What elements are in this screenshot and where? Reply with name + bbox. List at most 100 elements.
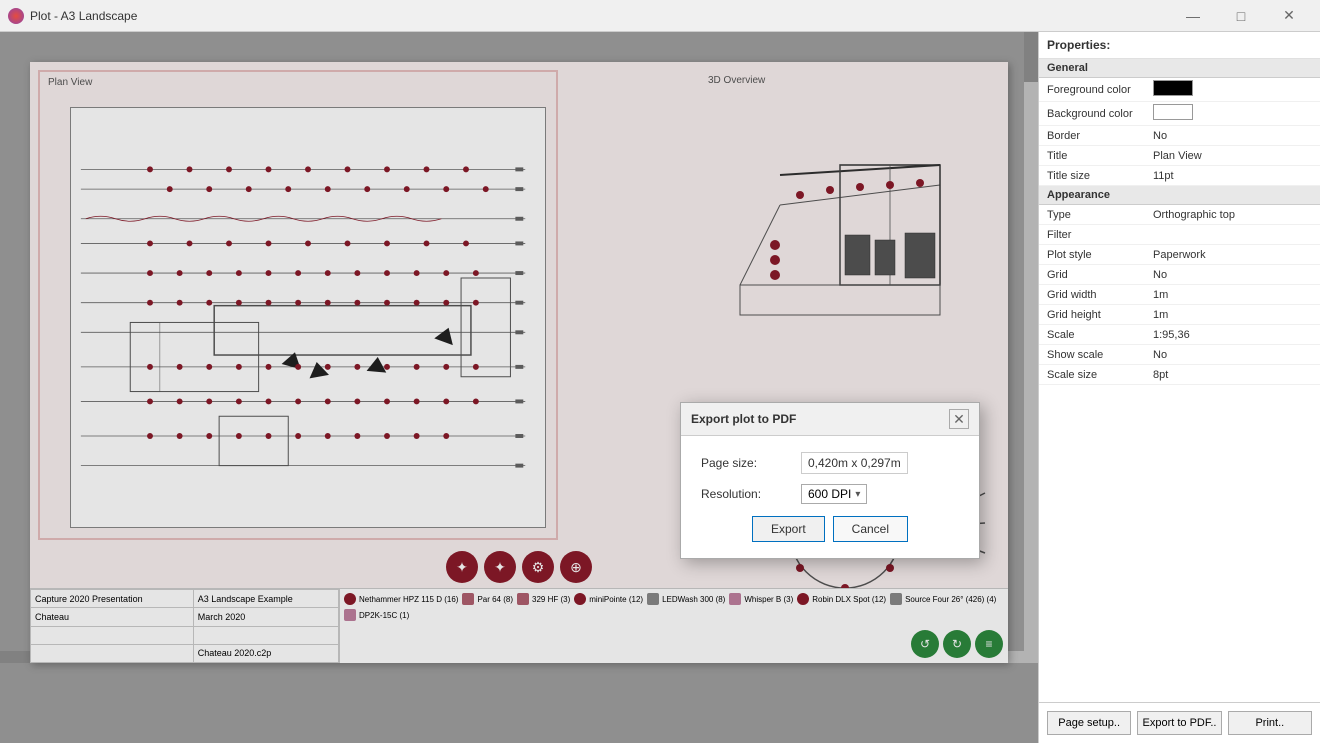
grid-value: No: [1149, 267, 1320, 283]
background-color-value[interactable]: [1149, 102, 1320, 125]
project-name-cell: Capture 2020 Presentation: [31, 590, 194, 608]
canvas-area: Plan View: [0, 32, 1038, 743]
toolbar-icon-3[interactable]: ⚙: [522, 551, 554, 583]
scale-size-value: 8pt: [1149, 367, 1320, 383]
background-color-swatch[interactable]: [1153, 104, 1193, 120]
properties-body[interactable]: General Foreground color Background colo…: [1039, 59, 1320, 702]
main-container: Plan View: [0, 32, 1320, 743]
overview-section: 3D Overview: [700, 70, 1000, 400]
empty-cell-3: [31, 644, 194, 662]
legend-item-8: Source Four 26° (426) (4): [890, 593, 996, 605]
minimize-button[interactable]: —: [1170, 0, 1216, 32]
br-icon-1[interactable]: ↺: [911, 630, 939, 658]
plot-style-value: Paperwork: [1149, 247, 1320, 263]
legend-icon-6: [729, 593, 741, 605]
legend-icon-2: [462, 593, 474, 605]
properties-header: Properties:: [1039, 32, 1320, 59]
title-size-row: Title size 11pt: [1039, 166, 1320, 186]
toolbar-icon-1[interactable]: ✦: [446, 551, 478, 583]
show-scale-row: Show scale No: [1039, 345, 1320, 365]
toolbar-icon-4[interactable]: ⊕: [560, 551, 592, 583]
vertical-scrollbar-thumb[interactable]: [1024, 32, 1038, 82]
export-button[interactable]: Export: [752, 516, 825, 542]
plan-view-inner: [70, 107, 546, 528]
legend-icon-9: [344, 609, 356, 621]
grid-width-row: Grid width 1m: [1039, 285, 1320, 305]
foreground-color-value[interactable]: [1149, 78, 1320, 101]
empty-cell-1: [31, 626, 194, 644]
show-scale-label: Show scale: [1039, 347, 1149, 363]
filter-row: Filter: [1039, 225, 1320, 245]
plot-style-label: Plot style: [1039, 247, 1149, 263]
toolbar-icon-2[interactable]: ✦: [484, 551, 516, 583]
foreground-color-swatch[interactable]: [1153, 80, 1193, 96]
resolution-select[interactable]: 600 DPI ▾: [801, 484, 867, 504]
scale-row: Scale 1:95,36: [1039, 325, 1320, 345]
type-value: Orthographic top: [1149, 207, 1320, 223]
page-size-label: Page size:: [701, 456, 791, 470]
dialog-body: Page size: 0,420m x 0,297m Resolution: 6…: [681, 436, 979, 558]
bottom-right-icons: ↺ ↻ ≡: [911, 630, 1003, 658]
page-setup-button[interactable]: Page setup..: [1047, 711, 1131, 735]
legend-label-4: miniPointe (12): [589, 595, 643, 604]
legend-icon-4: [574, 593, 586, 605]
dialog-close-button[interactable]: ✕: [949, 409, 969, 429]
fixture-legend: Nethammer HPZ 115 D (16) Par 64 (8) 329 …: [340, 589, 1008, 663]
empty-cell-2: [193, 626, 338, 644]
overview-label: 3D Overview: [708, 75, 765, 86]
br-icon-3[interactable]: ≡: [975, 630, 1003, 658]
legend-item-4: miniPointe (12): [574, 593, 643, 605]
grid-label: Grid: [1039, 267, 1149, 283]
type-label: Type: [1039, 207, 1149, 223]
properties-panel: Properties: General Foreground color Bac…: [1038, 32, 1320, 743]
legend-label-6: Whisper B (3): [744, 595, 793, 604]
export-dialog: Export plot to PDF ✕ Page size: 0,420m x…: [680, 402, 980, 559]
scale-label: Scale: [1039, 327, 1149, 343]
resolution-dropdown-arrow: ▾: [855, 489, 860, 500]
section-appearance: Appearance: [1039, 186, 1320, 205]
page-size-row: Page size: 0,420m x 0,297m: [701, 452, 959, 474]
legend-label-8: Source Four 26° (426) (4): [905, 595, 996, 604]
legend-label-9: DP2K-15C (1): [359, 611, 409, 620]
legend-item-5: LEDWash 300 (8): [647, 593, 725, 605]
foreground-color-row: Foreground color: [1039, 78, 1320, 102]
close-button[interactable]: ✕: [1266, 0, 1312, 32]
legend-item-3: 329 HF (3): [517, 593, 570, 605]
grid-row: Grid No: [1039, 265, 1320, 285]
legend-item-1: Nethammer HPZ 115 D (16): [344, 593, 458, 605]
legend-icon-7: [797, 593, 809, 605]
export-pdf-footer-button[interactable]: Export to PDF..: [1137, 711, 1221, 735]
legend-icon-8: [890, 593, 902, 605]
plan-view-section: Plan View: [38, 70, 558, 540]
filter-value: [1149, 233, 1320, 237]
legend-label-2: Par 64 (8): [477, 595, 513, 604]
scale-value: 1:95,36: [1149, 327, 1320, 343]
type-row: Type Orthographic top: [1039, 205, 1320, 225]
print-button[interactable]: Print..: [1228, 711, 1312, 735]
foreground-color-label: Foreground color: [1039, 82, 1149, 98]
br-icon-2[interactable]: ↻: [943, 630, 971, 658]
title-row: Title Plan View: [1039, 146, 1320, 166]
dialog-title-bar: Export plot to PDF ✕: [681, 403, 979, 436]
maximize-button[interactable]: □: [1218, 0, 1264, 32]
legend-item-9: DP2K-15C (1): [344, 609, 409, 621]
file-name-cell: Chateau 2020.c2p: [193, 644, 338, 662]
grid-width-label: Grid width: [1039, 287, 1149, 303]
border-row: Border No: [1039, 126, 1320, 146]
show-scale-value: No: [1149, 347, 1320, 363]
legend-icon-1: [344, 593, 356, 605]
title-size-value: 11pt: [1149, 168, 1320, 184]
title-value: Plan View: [1149, 148, 1320, 164]
legend-item-2: Par 64 (8): [462, 593, 513, 605]
cancel-button[interactable]: Cancel: [833, 516, 908, 542]
title-size-label: Title size: [1039, 168, 1149, 184]
app-icon: [8, 8, 24, 24]
vertical-scrollbar[interactable]: [1024, 32, 1038, 663]
window-title: Plot - A3 Landscape: [30, 9, 1170, 23]
page-size-value: 0,420m x 0,297m: [801, 452, 908, 474]
scale-size-row: Scale size 8pt: [1039, 365, 1320, 385]
filter-label: Filter: [1039, 227, 1149, 243]
grid-height-row: Grid height 1m: [1039, 305, 1320, 325]
legend-icon-3: [517, 593, 529, 605]
dialog-title: Export plot to PDF: [691, 412, 796, 426]
